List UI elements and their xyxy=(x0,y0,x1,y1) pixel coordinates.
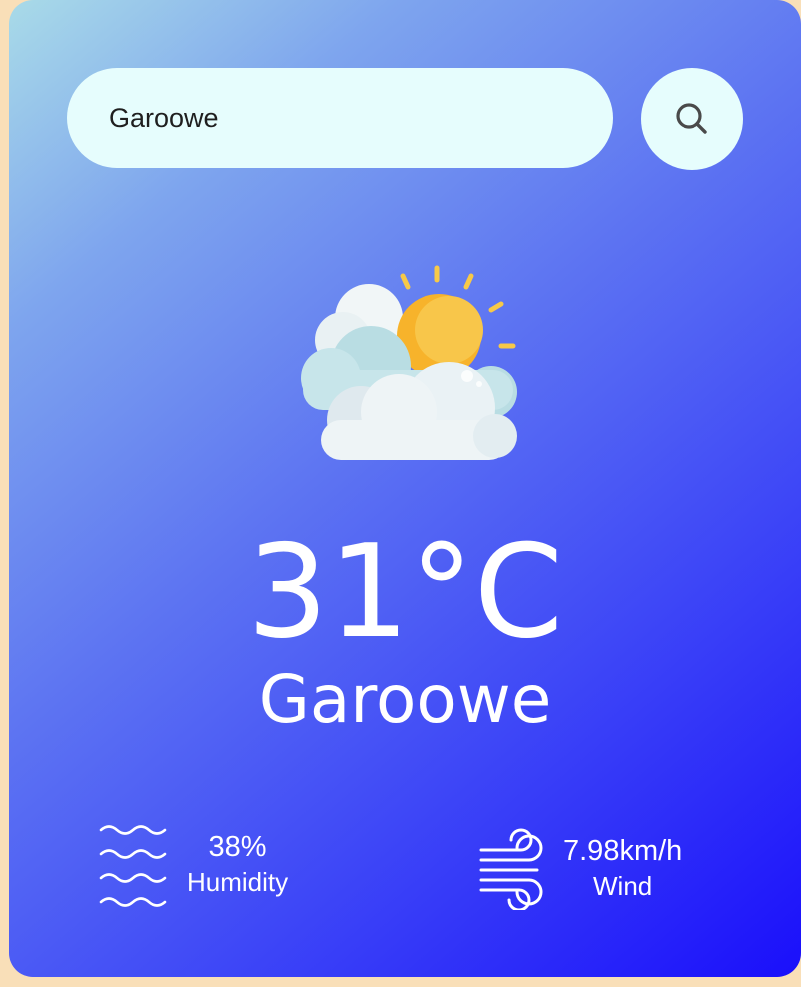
wind-stat: 7.98km/h Wind xyxy=(477,826,682,910)
humidity-value: 38% xyxy=(208,831,267,863)
partly-cloudy-sun-icon xyxy=(301,265,517,460)
search-icon xyxy=(676,103,707,134)
wind-icon xyxy=(479,828,543,910)
humidity-waves-icon xyxy=(99,825,167,907)
humidity-label: Humidity xyxy=(187,867,289,897)
weather-card: 31°C Garoowe 38% Humidity xyxy=(9,0,801,977)
city-name: Garoowe xyxy=(258,661,552,738)
search-input[interactable] xyxy=(67,68,613,168)
wind-label: Wind xyxy=(593,871,653,901)
search-button[interactable] xyxy=(641,68,743,170)
humidity-stat: 38% Humidity xyxy=(97,820,288,908)
temperature-value: 31°C xyxy=(246,518,564,667)
wind-value: 7.98km/h xyxy=(563,835,683,867)
